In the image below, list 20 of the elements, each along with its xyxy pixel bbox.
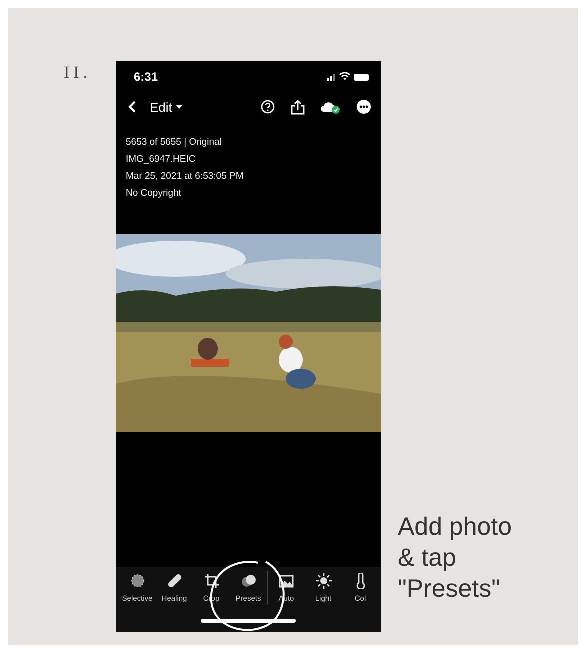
help-icon[interactable] (261, 100, 275, 114)
crop-icon (204, 573, 220, 589)
share-icon[interactable] (291, 100, 305, 114)
photo-info: No Copyright (126, 187, 182, 200)
back-icon[interactable] (128, 101, 136, 113)
status-time: 6:31 (134, 70, 158, 84)
cloud-check-icon[interactable] (321, 100, 341, 114)
edit-menu[interactable]: Edit (150, 100, 184, 114)
status-icons (327, 72, 371, 82)
step-number: II. (64, 62, 93, 83)
more-icon[interactable] (357, 100, 371, 114)
sun-icon (316, 573, 332, 589)
presets-icon (240, 573, 256, 589)
selective-icon (130, 573, 146, 589)
photo-info: 5653 of 5655 | Original (126, 136, 223, 149)
photo-info: Mar 25, 2021 at 6:53:05 PM (126, 170, 245, 183)
photo-info: IMG_6947.HEIC (126, 153, 197, 166)
auto-photo-icon (278, 573, 294, 589)
caption: Add photo & tap "Presets" (398, 512, 512, 605)
caret-icon[interactable] (176, 105, 184, 109)
